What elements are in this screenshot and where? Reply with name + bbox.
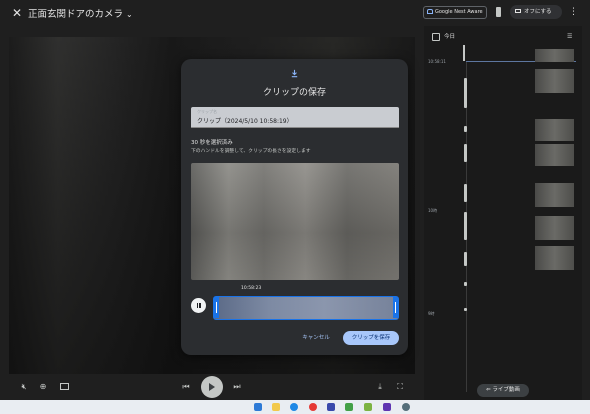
camera-app: ✕ 正面玄関ドアのカメラ ⌄ Google Nest Aware オフにする ⋮ … [0, 0, 590, 414]
app-icon[interactable] [364, 403, 372, 411]
hint-text: 下のハンドルを調整して、クリップの長さを設定します [191, 149, 311, 154]
nest-aware-badge[interactable]: Google Nest Aware [423, 6, 487, 19]
nest-aware-label: Google Nest Aware [435, 9, 483, 15]
more-menu-icon[interactable]: ⋮ [569, 6, 578, 18]
file-explorer-icon[interactable] [272, 403, 280, 411]
timeline-marker [463, 45, 465, 61]
save-clip-dialog: クリップの保存 クリップ名 クリップ（2024/5/10 10:58:19） 3… [181, 59, 408, 355]
event-thumbnail[interactable] [535, 246, 574, 270]
event-thumbnail[interactable] [535, 119, 574, 141]
event-thumbnail[interactable] [535, 49, 574, 62]
camera-off-icon [515, 9, 521, 13]
selected-duration: 30 秒を選択済み [191, 140, 233, 146]
timeline-event[interactable] [464, 144, 467, 162]
timeline-time-label: 10時 [428, 208, 438, 213]
app-icon[interactable] [327, 403, 335, 411]
scrubber-time: 10:58:23 [241, 286, 262, 291]
turn-off-label: オフにする [524, 9, 552, 15]
zoom-icon[interactable]: ⊕ [38, 382, 48, 392]
camera-title: 正面玄関ドアのカメラ [28, 9, 124, 20]
download-icon[interactable]: ⤓ [375, 382, 385, 392]
timeline-event[interactable] [464, 308, 467, 311]
pause-icon [196, 303, 198, 308]
live-video-button[interactable]: ⇐ ライブ動画 [477, 384, 529, 397]
app-icon[interactable] [383, 403, 391, 411]
turn-off-button[interactable]: オフにする [510, 5, 562, 19]
camera-selector[interactable]: 正面玄関ドアのカメラ ⌄ [28, 6, 133, 20]
fullscreen-icon[interactable]: ⛶ [395, 382, 405, 392]
clip-preview [191, 163, 399, 280]
windows-start-icon[interactable] [254, 403, 262, 411]
timeline-time-label: 10:58:11 [428, 59, 446, 64]
grip-icon [395, 302, 396, 313]
clip-name-label: クリップ名 [197, 109, 217, 114]
clip-range-scrubber[interactable] [213, 296, 399, 320]
top-bar: ✕ 正面玄関ドアのカメラ ⌄ Google Nest Aware オフにする ⋮ [0, 0, 590, 26]
timeline-event[interactable] [464, 126, 467, 132]
live-video-label: ライブ動画 [492, 387, 520, 393]
chevron-down-icon: ⌄ [126, 10, 133, 19]
cancel-button[interactable]: キャンセル [295, 331, 337, 345]
timeline-event[interactable] [464, 212, 467, 240]
today-label[interactable]: 今日 [444, 32, 455, 40]
previous-icon[interactable]: ⏮︎ [181, 382, 191, 392]
mute-icon[interactable]: 🔇︎ [19, 382, 29, 392]
edge-browser-icon[interactable] [290, 403, 298, 411]
dialog-title: クリップの保存 [262, 88, 326, 98]
taskbar [0, 400, 590, 414]
picture-in-picture-icon[interactable] [60, 383, 69, 390]
save-clip-button[interactable]: クリップを保存 [343, 331, 399, 345]
clip-name-field[interactable]: クリップ名 クリップ（2024/5/10 10:58:19） [191, 107, 399, 128]
timeline-event[interactable] [464, 184, 467, 202]
pause-button[interactable] [191, 298, 206, 313]
timeline-event[interactable] [464, 282, 467, 286]
close-icon[interactable]: ✕ [10, 6, 24, 20]
player-controls: 🔇︎ ⊕ ⏮︎ ⏭︎ ⤓ ⛶ [9, 374, 415, 400]
timeline-time-label: 9時 [428, 311, 435, 316]
range-start-handle[interactable] [214, 297, 219, 318]
event-thumbnail[interactable] [535, 144, 574, 166]
clip-name-value: クリップ（2024/5/10 10:58:19） [197, 118, 293, 125]
preview-shade [191, 163, 399, 280]
next-icon[interactable]: ⏭︎ [232, 382, 242, 392]
timeline-event[interactable] [464, 252, 467, 266]
event-timeline[interactable]: 今日 ☰ 10:58:11 10時 9時 ⇐ ライブ動画 [424, 26, 582, 400]
range-end-handle[interactable] [393, 297, 398, 318]
calendar-icon[interactable] [432, 33, 440, 41]
app-icon[interactable] [345, 403, 353, 411]
battery-icon [496, 7, 501, 17]
pause-icon-bar [199, 303, 201, 308]
event-thumbnail[interactable] [535, 183, 574, 207]
download-icon [291, 69, 298, 78]
timeline-event[interactable] [464, 78, 467, 108]
nest-icon [427, 9, 433, 14]
grip-icon [216, 302, 217, 313]
filter-icon[interactable]: ☰ [567, 33, 575, 40]
event-thumbnail[interactable] [535, 69, 574, 93]
play-icon [209, 383, 215, 391]
chrome-browser-icon[interactable] [309, 403, 317, 411]
event-thumbnail[interactable] [535, 216, 574, 240]
play-button[interactable] [201, 376, 223, 398]
settings-gear-icon[interactable] [402, 403, 410, 411]
